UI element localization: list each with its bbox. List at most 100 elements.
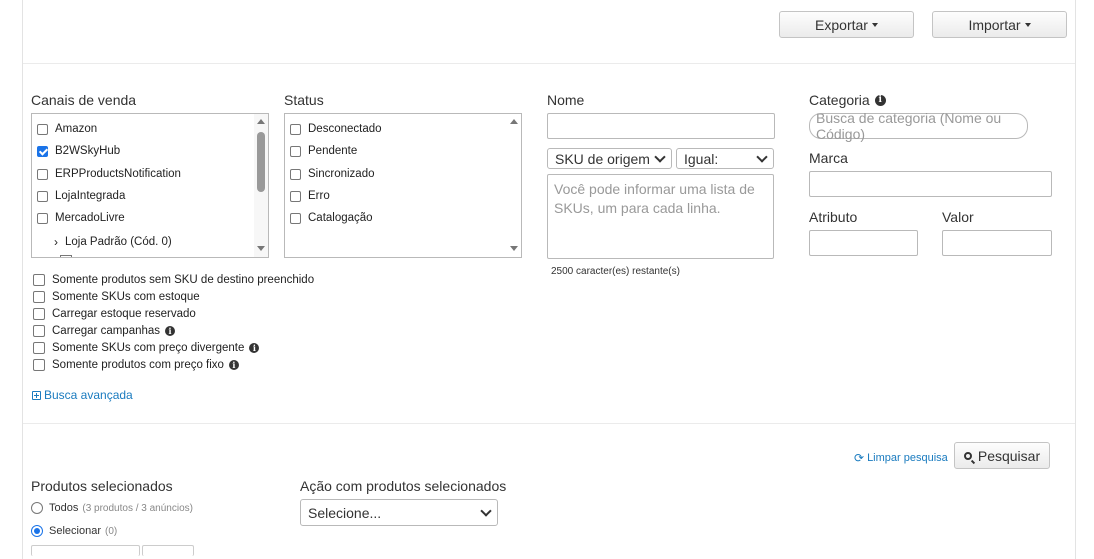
attribute-input[interactable] xyxy=(809,230,918,256)
advanced-search-label: Busca avançada xyxy=(44,388,133,402)
partial-control xyxy=(142,545,194,556)
sku-type-select[interactable]: SKU de origem xyxy=(547,148,672,169)
checkbox-checked[interactable] xyxy=(37,145,48,157)
channel-item-lojaintegrada[interactable]: LojaIntegrada xyxy=(37,190,125,202)
action-select-value: Selecione... xyxy=(308,504,382,521)
info-icon[interactable]: i xyxy=(249,343,260,353)
checkbox[interactable] xyxy=(33,274,45,286)
channel-label: LojaIntegrada xyxy=(55,190,126,202)
clear-search-label: Limpar pesquisa xyxy=(867,452,948,464)
advanced-search-link[interactable]: Busca avançada xyxy=(32,388,133,402)
option-divergent-price[interactable]: Somente SKUs com preço divergente i xyxy=(33,342,260,354)
brand-label: Marca xyxy=(809,150,848,166)
status-item-erro[interactable]: Erro xyxy=(290,190,330,202)
status-item-pendente[interactable]: Pendente xyxy=(290,145,357,157)
info-icon[interactable]: i xyxy=(165,326,176,336)
partial-control xyxy=(31,545,140,556)
option-label: Carregar estoque reservado xyxy=(52,308,196,320)
sku-list-textarea[interactable]: Você pode informar uma lista de SKUs, um… xyxy=(547,174,774,259)
radio-select-count: (0) xyxy=(104,525,118,537)
scroll-up-icon[interactable] xyxy=(257,119,265,124)
status-item-label: Desconectado xyxy=(308,123,382,135)
radio-all[interactable]: Todos (3 produtos / 3 anúncios) xyxy=(31,502,193,514)
radio-select[interactable]: Selecionar (0) xyxy=(31,525,117,537)
status-item-label: Pendente xyxy=(308,145,358,157)
checkbox[interactable] xyxy=(37,168,48,180)
name-label: Nome xyxy=(547,92,585,108)
scroll-down-icon[interactable] xyxy=(510,246,518,251)
status-item-label: Catalogação xyxy=(308,212,373,224)
checkbox[interactable] xyxy=(290,190,301,202)
checkbox[interactable] xyxy=(290,145,301,157)
channel-label: Amazon xyxy=(55,123,98,135)
radio-all-label: Todos xyxy=(49,502,79,514)
value-input[interactable] xyxy=(942,230,1052,256)
status-label: Status xyxy=(284,92,324,108)
checkbox[interactable] xyxy=(33,342,45,354)
channel-item-b2wskyhub[interactable]: B2WSkyHub xyxy=(37,145,120,157)
chevron-down-icon xyxy=(654,150,666,163)
radio-select-label: Selecionar xyxy=(49,525,101,537)
option-skus-with-stock[interactable]: Somente SKUs com estoque xyxy=(33,291,200,303)
status-item-label: Sincronizado xyxy=(308,168,375,180)
option-no-dest-sku[interactable]: Somente produtos sem SKU de destino pree… xyxy=(33,274,314,286)
search-button-label: Pesquisar xyxy=(977,447,1041,464)
option-load-campaigns[interactable]: Carregar campanhas i xyxy=(33,325,176,337)
category-search-input[interactable]: Busca de categoria (Nome ou Código) xyxy=(809,110,1028,142)
checkbox[interactable] xyxy=(37,123,48,135)
chevron-right-icon: › xyxy=(54,235,58,249)
scroll-thumb[interactable] xyxy=(257,132,265,192)
clear-search-link[interactable]: ⟳ Limpar pesquisa xyxy=(854,451,948,465)
chevron-down-icon xyxy=(480,504,492,517)
scroll-down-icon[interactable] xyxy=(257,246,265,251)
radio-button[interactable] xyxy=(31,502,43,514)
status-item-sincronizado[interactable]: Sincronizado xyxy=(290,168,374,180)
operator-value: Igual: xyxy=(684,150,719,167)
export-button[interactable]: Exportar xyxy=(779,11,914,38)
operator-select[interactable]: Igual: xyxy=(676,148,774,169)
caret-down-icon xyxy=(871,22,878,27)
checkbox[interactable] xyxy=(33,325,45,337)
sub-item-label: Loja Padrão (Cód. 0) xyxy=(65,236,172,248)
checkbox[interactable] xyxy=(290,123,301,135)
status-item-desconectado[interactable]: Desconectado xyxy=(290,123,382,135)
brand-input[interactable] xyxy=(809,171,1052,197)
refresh-icon: ⟳ xyxy=(854,451,865,465)
attribute-label: Atributo xyxy=(809,209,858,225)
channel-label: B2WSkyHub xyxy=(55,145,121,157)
channel-sub-item-loja-padrao[interactable]: › Loja Padrão (Cód. 0) xyxy=(54,235,172,249)
channel-label: ERPProductsNotification xyxy=(55,168,181,180)
action-select[interactable]: Selecione... xyxy=(300,499,498,526)
channel-item-mercadolivre[interactable]: MercadoLivre xyxy=(37,212,125,224)
category-label-text: Categoria xyxy=(809,92,870,108)
info-icon[interactable]: i xyxy=(874,94,886,106)
channel-item-erpproductsnotification[interactable]: ERPProductsNotification xyxy=(37,168,181,180)
checkbox[interactable] xyxy=(33,291,45,303)
scroll-up-icon[interactable] xyxy=(510,119,518,124)
option-fixed-price[interactable]: Somente produtos com preço fixo i xyxy=(33,359,239,371)
option-label: Carregar campanhas xyxy=(52,325,161,337)
checkbox[interactable] xyxy=(37,212,48,224)
channels-scrollbar[interactable] xyxy=(254,114,268,257)
caret-down-icon xyxy=(1024,22,1031,27)
checkbox[interactable] xyxy=(33,359,45,371)
plus-square-icon xyxy=(32,390,41,400)
option-reserved-stock[interactable]: Carregar estoque reservado xyxy=(33,308,196,320)
status-listbox[interactable]: Desconectado Pendente Sincronizado Erro … xyxy=(284,113,522,258)
action-label: Ação com produtos selecionados xyxy=(300,478,507,494)
info-icon[interactable]: i xyxy=(228,360,239,370)
search-button[interactable]: Pesquisar xyxy=(954,442,1050,469)
import-button[interactable]: Importar xyxy=(932,11,1067,38)
status-item-catalogacao[interactable]: Catalogação xyxy=(290,212,373,224)
channels-listbox[interactable]: Amazon B2WSkyHub ERPProductsNotification… xyxy=(31,113,269,258)
checkbox[interactable] xyxy=(33,308,45,320)
option-label: Somente produtos sem SKU de destino pree… xyxy=(52,274,315,286)
radio-button-selected[interactable] xyxy=(31,525,43,537)
checkbox[interactable] xyxy=(290,168,301,180)
channel-item-amazon[interactable]: Amazon xyxy=(37,123,97,135)
checkbox[interactable] xyxy=(37,190,48,202)
filter-panel: Exportar Importar Canais de venda Amazon… xyxy=(22,0,1076,559)
status-scrollbar[interactable] xyxy=(507,114,521,257)
name-input[interactable] xyxy=(547,113,775,139)
checkbox[interactable] xyxy=(290,212,301,224)
